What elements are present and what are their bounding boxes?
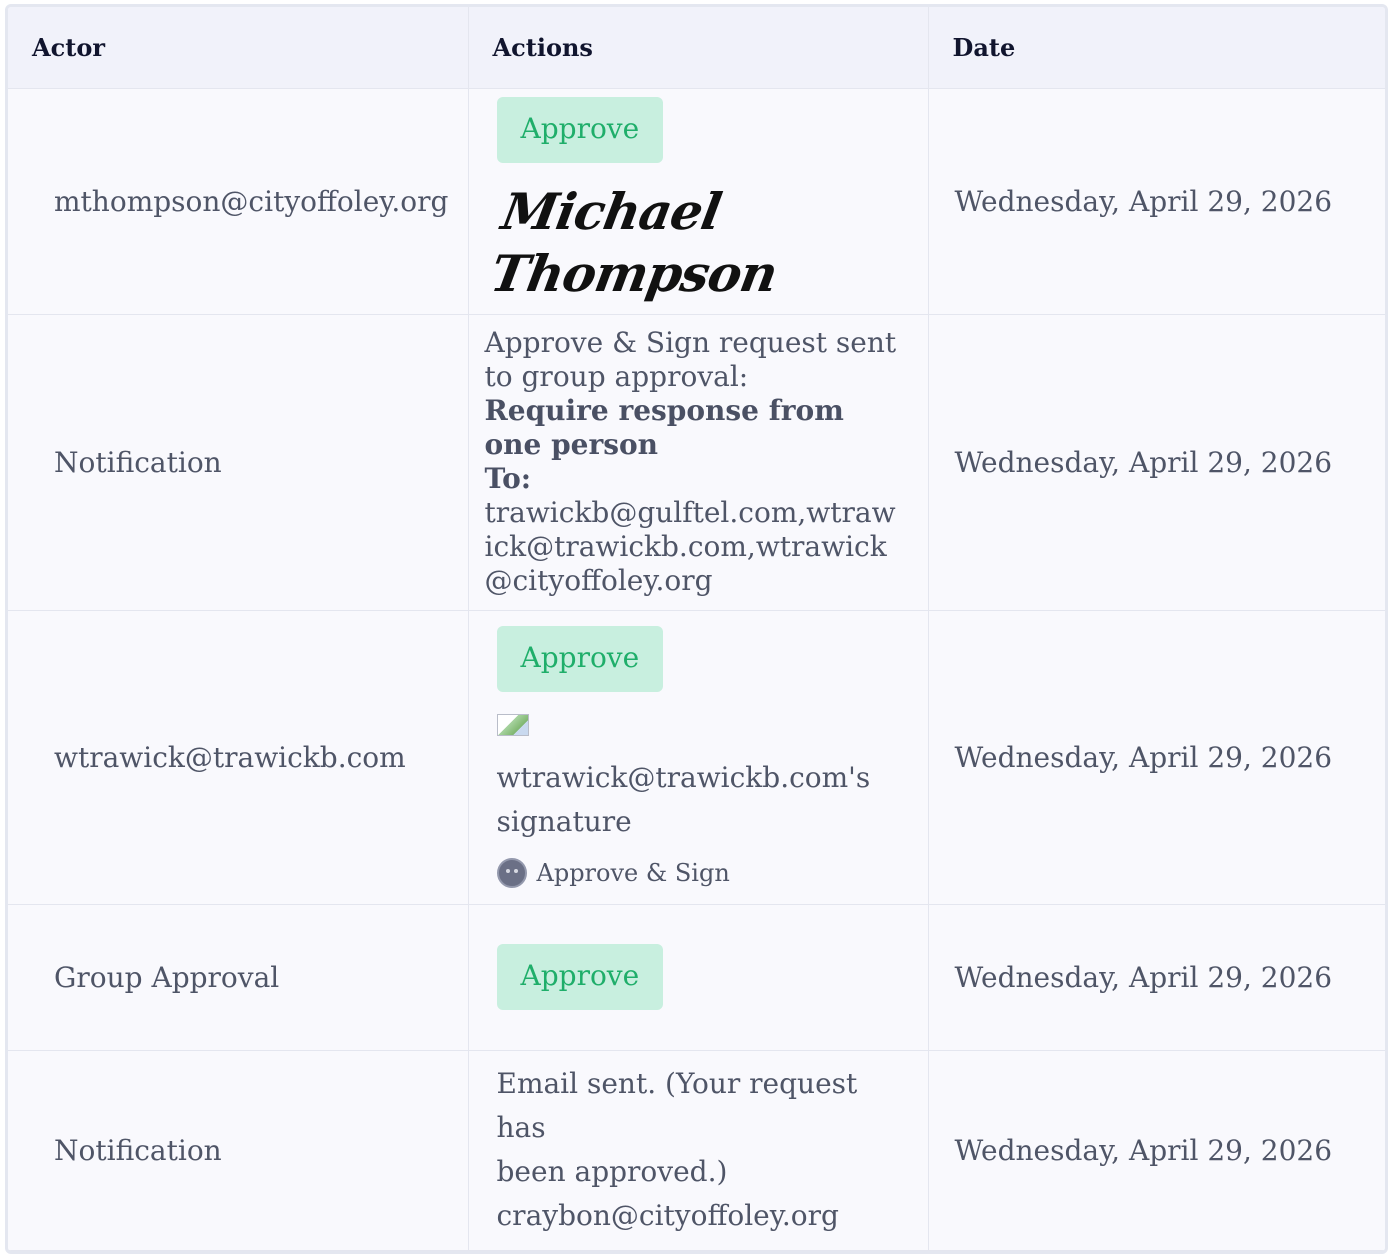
actor-cell: wtrawick@trawickb.com <box>8 610 469 905</box>
audit-trail-table-frame: Actor Actions Date mthompson@cityoffoley… <box>5 4 1388 1254</box>
email-recipient: craybon@cityoffoley.org <box>496 1199 839 1232</box>
approve-badge: Approve <box>496 97 664 163</box>
date-cell: Wednesday, April 29, 2026 <box>928 610 1385 905</box>
signature-method-label: Approve & Sign <box>536 859 730 887</box>
table-row: Notification Email sent. (Your request h… <box>8 1050 1385 1251</box>
signature-image-broken: wtrawick@trawickb.com's signature <box>496 712 900 844</box>
audit-trail-table: Actor Actions Date mthompson@cityoffoley… <box>8 7 1385 1251</box>
actor-cell: Notification <box>8 314 469 611</box>
signature-alt-text: wtrawick@trawickb.com's signature <box>496 761 871 838</box>
notification-requirement: Require response from one person <box>484 394 844 461</box>
date-cell: Wednesday, April 29, 2026 <box>928 314 1385 611</box>
approve-badge: Approve <box>496 944 664 1010</box>
actions-cell: Email sent. (Your request has been appro… <box>468 1050 929 1251</box>
signature-image: Michael Thompson <box>485 182 781 303</box>
actions-cell: Approve Michael Thompson <box>468 88 929 315</box>
table-row: mthompson@cityoffoley.org Approve Michae… <box>8 88 1385 315</box>
date-cell: Wednesday, April 29, 2026 <box>928 1050 1385 1251</box>
notification-to-label: To: <box>484 462 532 495</box>
table-row: wtrawick@trawickb.com Approve wtrawick@t… <box>8 610 1385 905</box>
actor-cell: Group Approval <box>8 904 469 1051</box>
email-sent-line: been approved.) <box>496 1155 728 1188</box>
notification-text: Approve & Sign request sent to group app… <box>484 326 897 393</box>
table-row: Group Approval Approve Wednesday, April … <box>8 904 1385 1051</box>
header-actions: Actions <box>468 7 929 89</box>
approve-badge: Approve <box>496 626 664 692</box>
actor-cell: mthompson@cityoffoley.org <box>8 88 469 315</box>
actor-cell: Notification <box>8 1050 469 1251</box>
table-header-row: Actor Actions Date <box>8 7 1385 89</box>
notification-message: Approve & Sign request sent to group app… <box>469 326 928 598</box>
header-date: Date <box>928 7 1385 89</box>
email-sent-message: Email sent. (Your request has been appro… <box>497 1062 900 1238</box>
actions-cell: Approve <box>468 904 929 1051</box>
email-sent-line: Email sent. (Your request has <box>496 1067 858 1144</box>
signature-method: Approve & Sign <box>496 858 900 888</box>
broken-image-icon <box>496 714 529 736</box>
date-cell: Wednesday, April 29, 2026 <box>928 904 1385 1051</box>
actions-cell: Approve wtrawick@trawickb.com's signatur… <box>468 610 929 905</box>
actions-cell: Approve & Sign request sent to group app… <box>468 314 929 611</box>
notification-recipients: trawickb@gulftel.com,wtrawick@trawickb.c… <box>484 496 896 597</box>
header-actor: Actor <box>8 7 469 89</box>
date-cell: Wednesday, April 29, 2026 <box>928 88 1385 315</box>
table-row: Notification Approve & Sign request sent… <box>8 314 1385 611</box>
signature-method-icon <box>496 858 527 888</box>
